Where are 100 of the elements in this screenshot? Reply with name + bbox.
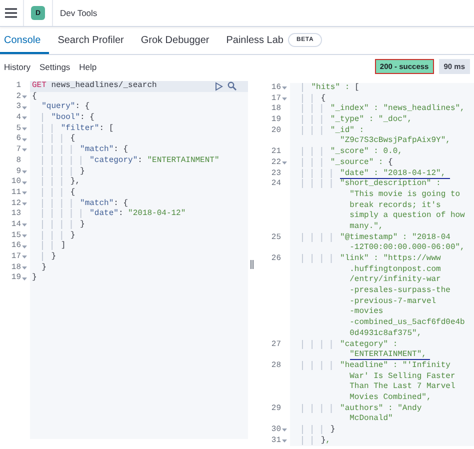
fold-icon[interactable]: [22, 148, 27, 152]
code-line: "authors" : "Andy: [292, 404, 422, 414]
fold-icon[interactable]: [22, 191, 27, 196]
line-number: 12: [11, 198, 21, 210]
line-number: 9: [16, 166, 21, 178]
fold-icon[interactable]: [282, 86, 287, 90]
line-number: 17: [271, 94, 281, 104]
page-title: Dev Tools: [60, 8, 98, 18]
code-line: "_source" : {: [292, 158, 393, 169]
line-number: 19: [271, 115, 281, 126]
line-number: 21: [271, 147, 281, 158]
line-number: 10: [11, 177, 21, 188]
code-line: simply a question of how: [348, 211, 465, 222]
line-number: 4: [16, 113, 21, 124]
code-line: "filter": [: [32, 124, 114, 134]
code-line: "short_description" :: [292, 179, 441, 190]
line-number: 22: [271, 158, 281, 169]
line-number: 3: [16, 102, 21, 114]
fold-icon[interactable]: [22, 95, 27, 100]
fold-icon[interactable]: [282, 428, 287, 432]
code-line: "match": {: [32, 145, 128, 156]
fold-icon[interactable]: [22, 223, 27, 228]
fold-icon[interactable]: [22, 180, 27, 185]
line-number: 15: [11, 230, 21, 242]
line-number: 16: [271, 83, 281, 94]
code-line: GET news_headlines/_search: [32, 81, 157, 92]
code-line: "match": {: [32, 198, 128, 210]
code-line: .huffingtonpost.com: [348, 264, 441, 275]
toolbar-link[interactable]: Settings: [39, 62, 70, 72]
code-line: -12T00:00:00.000-06:00",: [348, 243, 465, 254]
line-number: 27: [271, 340, 281, 350]
menu-icon[interactable]: [5, 8, 17, 18]
code-line: "hits" : [: [292, 83, 360, 94]
fold-icon[interactable]: [22, 127, 27, 132]
tab[interactable]: Console: [0, 28, 49, 54]
line-number: 28: [271, 360, 281, 372]
code-line: -combined_us_5acf6fd0e4b: [348, 318, 465, 329]
code-line: Movies Combined",: [348, 392, 432, 404]
line-number: 20: [271, 126, 281, 136]
line-number: 24: [271, 179, 281, 190]
tab[interactable]: Search Profiler: [54, 28, 132, 54]
line-number: 6: [16, 134, 21, 146]
code-line: "date": "2018-04-12": [32, 209, 186, 220]
line-number: 8: [16, 156, 21, 167]
line-number: 17: [11, 252, 21, 263]
code-line: "ENTERTAINMENT",: [292, 350, 430, 361]
fold-icon[interactable]: [282, 161, 287, 166]
fold-icon[interactable]: [22, 138, 27, 142]
line-number: 18: [271, 104, 281, 116]
code-line: "_type" : "_doc",: [292, 115, 412, 126]
line-number: 14: [11, 220, 21, 231]
code-line: -movies: [348, 307, 384, 318]
fold-icon[interactable]: [22, 116, 27, 120]
fold-icon[interactable]: [282, 97, 287, 102]
line-number: 16: [11, 241, 21, 252]
line-number: 5: [16, 124, 21, 134]
line-number: 31: [271, 436, 281, 446]
line-number: 26: [271, 254, 281, 265]
code-line: "category" :: [292, 340, 398, 350]
code-line: -previous-7-marvel: [348, 296, 436, 307]
code-line: "_index" : "news_headlines",: [292, 104, 465, 116]
code-line: }: [32, 252, 56, 263]
code-line: "_id" :: [292, 126, 364, 136]
toolbar-link[interactable]: History: [4, 62, 30, 72]
fold-icon[interactable]: [282, 439, 287, 444]
line-number: 1: [16, 81, 21, 92]
tab[interactable]: Grok Debugger: [136, 28, 218, 54]
line-number: 25: [271, 232, 281, 244]
code-line: break records; it's: [348, 200, 441, 211]
code-line: many.",: [348, 222, 384, 233]
fold-icon[interactable]: [22, 170, 27, 174]
fold-icon[interactable]: [22, 244, 27, 249]
resize-handle[interactable]: [250, 260, 254, 268]
fold-icon[interactable]: [22, 266, 27, 270]
code-line: {: [292, 94, 326, 104]
code-line: }: [32, 273, 37, 284]
code-line: "bool": {: [32, 113, 94, 124]
fold-icon[interactable]: [22, 202, 27, 206]
toolbar-link[interactable]: Help: [79, 62, 97, 72]
code-line: },: [292, 436, 330, 446]
line-number: 30: [271, 425, 281, 436]
fold-icon[interactable]: [22, 255, 27, 260]
fold-icon[interactable]: [22, 234, 27, 238]
code-line: McDonald": [348, 414, 393, 426]
code-line: Than The Last 7 Marvel: [348, 382, 456, 393]
line-number: 11: [11, 188, 21, 199]
line-number: 2: [16, 92, 21, 102]
line-number: 13: [11, 209, 21, 220]
code-line: "Z9c7S3cBwsjPafpAix9Y",: [339, 136, 450, 147]
code-line: "query": {: [40, 102, 90, 113]
line-number: 23: [271, 168, 281, 180]
fold-icon[interactable]: [22, 276, 27, 281]
code-line: -presales-surpass-the: [348, 286, 450, 297]
line-number: 19: [11, 273, 21, 284]
code-line: "@timestamp" : "2018-04: [292, 232, 450, 244]
line-number: 18: [11, 262, 21, 274]
code-line: {: [32, 92, 37, 102]
fold-icon[interactable]: [22, 106, 27, 110]
code-line: War' Is Selling Faster: [348, 372, 456, 382]
code-line: /entry/infinity-war: [348, 275, 441, 286]
